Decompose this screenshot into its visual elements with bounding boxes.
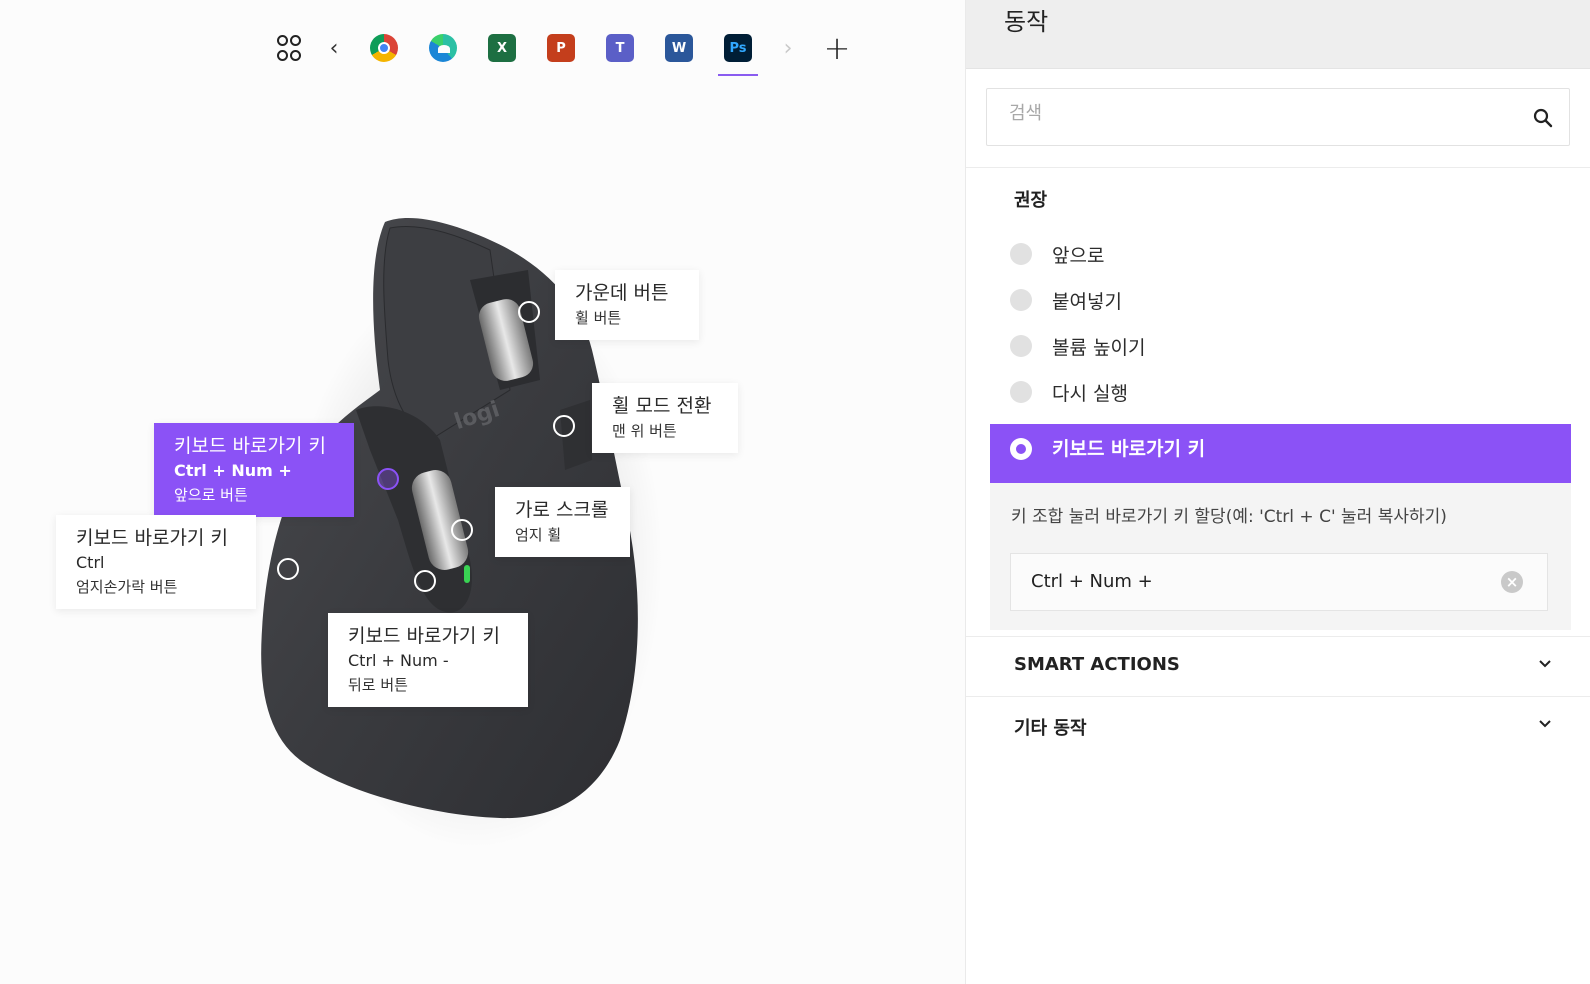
section-label: 기타 동작 (1014, 718, 1087, 739)
panel-header: 동작 (966, 0, 1590, 69)
hotspot-thumb-wheel[interactable] (451, 519, 473, 541)
hotspot-middle-button[interactable] (518, 301, 540, 323)
callout-keys: Ctrl + Num + (174, 461, 292, 480)
radio-icon (1010, 289, 1032, 311)
option-label: 붙여넣기 (1052, 291, 1122, 313)
hotspot-back-button[interactable] (414, 570, 436, 592)
section-smart-actions[interactable]: SMART ACTIONS (966, 638, 1590, 696)
callout-forward-button[interactable]: 키보드 바로가기 키 Ctrl + Num + 앞으로 버튼 (154, 423, 354, 517)
option-label: 앞으로 (1052, 245, 1105, 267)
shortcut-description: 키 조합 눌러 바로가기 키 할당(예: 'Ctrl + C' 눌러 복사하기) (1011, 507, 1447, 527)
divider (966, 636, 1590, 637)
divider (966, 167, 1590, 168)
radio-icon (1010, 243, 1032, 265)
section-other-actions[interactable]: 기타 동작 (966, 698, 1590, 756)
callout-title: 키보드 바로가기 키 (174, 435, 326, 457)
section-label: SMART ACTIONS (1014, 654, 1180, 675)
option-label: 다시 실행 (1052, 383, 1128, 405)
divider (966, 696, 1590, 697)
option-keyboard-shortcut[interactable]: 키보드 바로가기 키 (990, 424, 1571, 483)
callout-middle-button[interactable]: 가운데 버튼 휠 버튼 (555, 270, 699, 340)
callout-title: 키보드 바로가기 키 (76, 527, 228, 549)
callout-subtitle: 휠 버튼 (575, 309, 622, 327)
callout-thumb-button[interactable]: 키보드 바로가기 키 Ctrl 엄지손가락 버튼 (56, 515, 256, 609)
hotspot-wheel-mode[interactable] (553, 415, 575, 437)
radio-selected-icon (1010, 438, 1032, 460)
radio-icon (1010, 335, 1032, 357)
hotspot-forward-button[interactable] (377, 468, 399, 490)
search-input[interactable] (1007, 102, 1511, 125)
callout-back-button[interactable]: 키보드 바로가기 키 Ctrl + Num - 뒤로 버튼 (328, 613, 528, 707)
clear-icon[interactable]: × (1501, 571, 1523, 593)
panel-title: 동작 (1004, 8, 1049, 36)
device-view: ‹ X P T W Ps › + logi 가운데 버튼 휠 버튼 휠 모드 전… (0, 0, 965, 984)
callout-subtitle: 엄지 휠 (515, 526, 562, 544)
shortcut-input[interactable] (1029, 570, 1473, 593)
callout-wheel-mode[interactable]: 휠 모드 전환 맨 위 버튼 (592, 383, 738, 453)
callout-thumb-wheel[interactable]: 가로 스크롤 엄지 휠 (495, 487, 630, 557)
callout-title: 휠 모드 전환 (612, 395, 712, 417)
search-box (986, 88, 1570, 146)
radio-icon (1010, 381, 1032, 403)
callout-keys: Ctrl + Num - (348, 651, 449, 670)
option-forward[interactable]: 앞으로 (1010, 235, 1530, 275)
search-icon[interactable] (1533, 108, 1553, 128)
option-label: 키보드 바로가기 키 (1052, 438, 1206, 460)
callout-title: 가로 스크롤 (515, 499, 609, 521)
selected-option-box: 키보드 바로가기 키 키 조합 눌러 바로가기 키 할당(예: 'Ctrl + … (990, 424, 1571, 630)
mouse-illustration: logi (261, 218, 638, 819)
callout-subtitle: 앞으로 버튼 (174, 486, 248, 504)
callout-title: 키보드 바로가기 키 (348, 625, 500, 647)
option-redo[interactable]: 다시 실행 (1010, 373, 1530, 413)
callout-title: 가운데 버튼 (575, 282, 669, 304)
option-volume-up[interactable]: 볼륨 높이기 (1010, 327, 1530, 367)
callout-subtitle: 뒤로 버튼 (348, 676, 408, 694)
chevron-down-icon (1539, 660, 1551, 668)
callout-keys: Ctrl (76, 553, 105, 572)
shortcut-field: × (1010, 553, 1548, 611)
chevron-down-icon (1539, 720, 1551, 728)
option-label: 볼륨 높이기 (1052, 337, 1146, 359)
actions-panel: 동작 권장 앞으로 붙여넣기 볼륨 높이기 다시 실행 키보드 바로가기 키 키… (965, 0, 1590, 984)
callout-subtitle: 엄지손가락 버튼 (76, 578, 178, 596)
option-paste[interactable]: 붙여넣기 (1010, 281, 1530, 321)
recommended-title: 권장 (1014, 190, 1048, 211)
hotspot-thumb-button[interactable] (277, 558, 299, 580)
callout-subtitle: 맨 위 버튼 (612, 422, 677, 440)
